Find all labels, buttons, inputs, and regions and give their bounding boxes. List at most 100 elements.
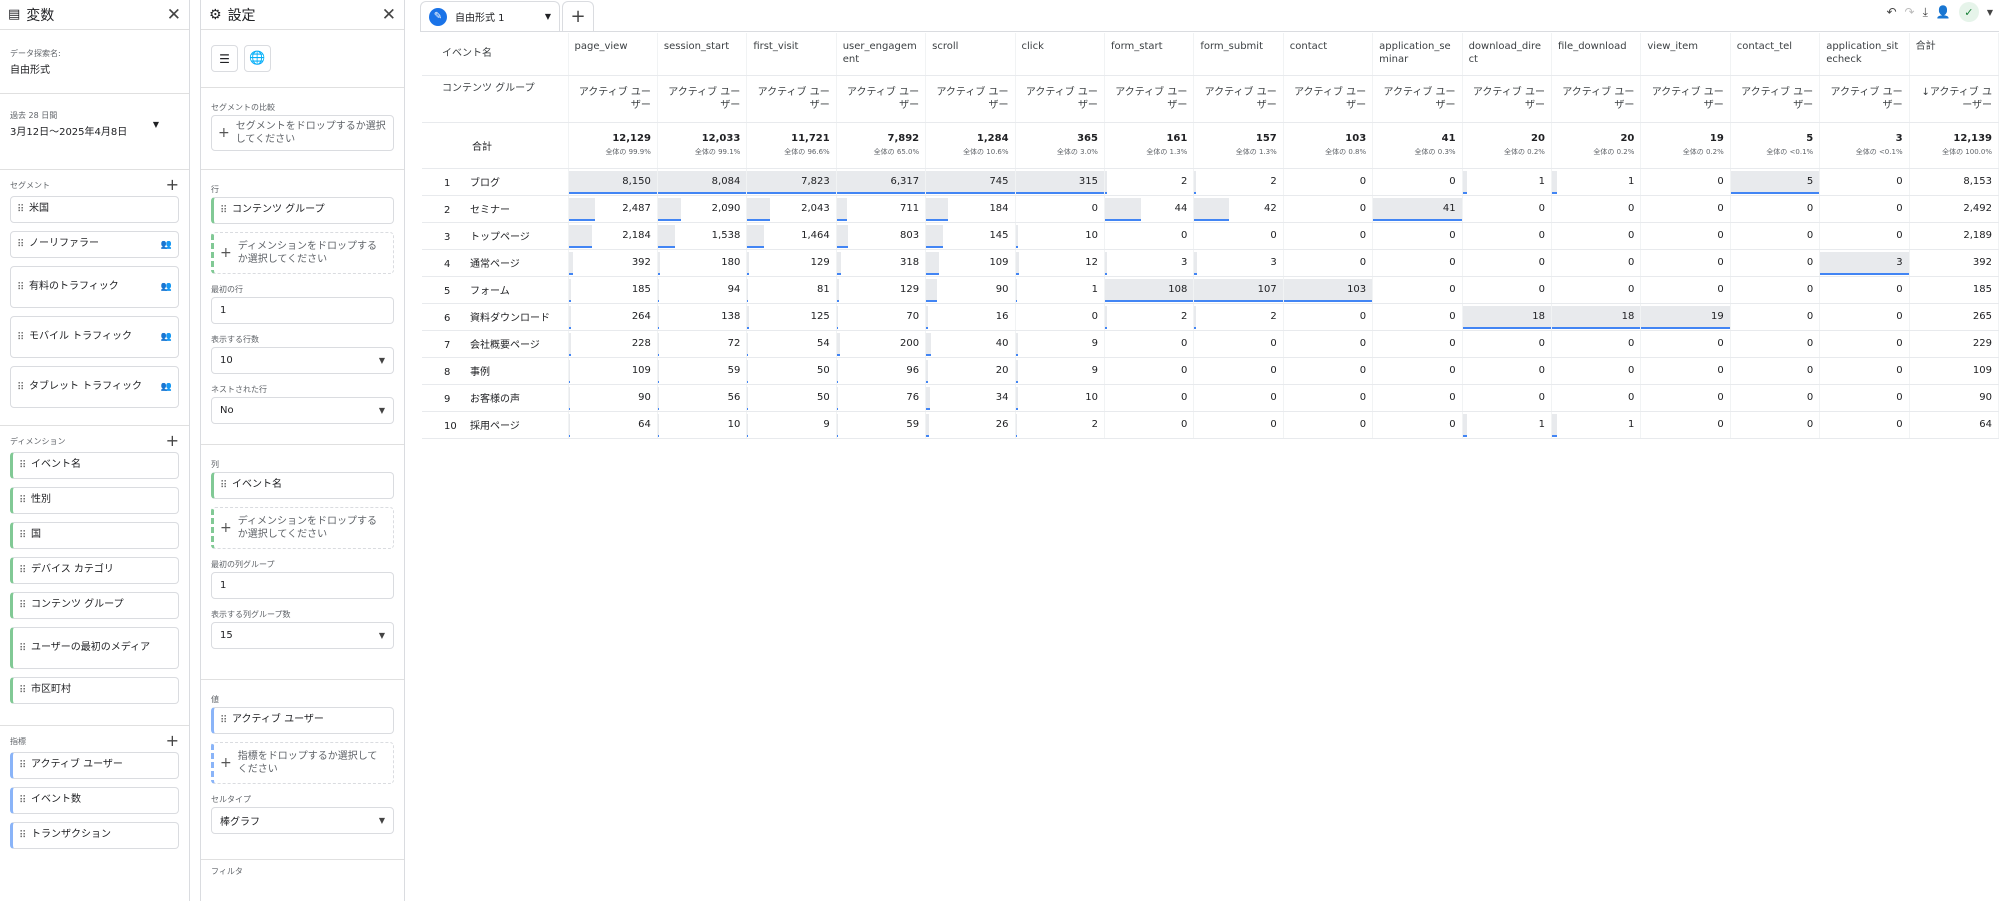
cell-type-select[interactable]: 棒グラフ ▼	[211, 807, 394, 834]
add-dimension-icon[interactable]: +	[166, 433, 179, 449]
add-segment-icon[interactable]: +	[166, 177, 179, 193]
table-row[interactable]: 9 お客様の声 90 56 50 76 34 10 0 0 0 0 0 0 0 0 0 90	[422, 384, 1999, 412]
column-dimension-drop-zone[interactable]: + ディメンションをドロップするか選択してください	[211, 507, 394, 549]
add-tab-button[interactable]: +	[562, 1, 594, 31]
show-col-groups-select[interactable]: 15 ▼	[211, 622, 394, 649]
drag-handle-icon[interactable]: ⠿	[220, 480, 232, 491]
metric-chip[interactable]: ⠿ イベント数	[10, 787, 179, 814]
table-row[interactable]: 7 会社概要ページ 228 72 54 200 40 9 0 0 0 0 0 0 0 0 0 229	[422, 330, 1999, 358]
drag-handle-icon[interactable]: ⠿	[19, 530, 31, 541]
event-column-header[interactable]: session_start	[657, 33, 748, 76]
globe-icon[interactable]: 🌐	[244, 45, 271, 72]
event-column-header[interactable]: first_visit	[746, 33, 837, 76]
drag-handle-icon[interactable]: ⠿	[17, 282, 29, 293]
event-column-header[interactable]: scroll	[925, 33, 1016, 76]
drag-handle-icon[interactable]: ⠿	[17, 239, 29, 250]
dimension-chip[interactable]: ⠿ 性別	[10, 487, 179, 514]
column-dimension-chip[interactable]: ⠿ イベント名	[211, 472, 394, 499]
table-row[interactable]: 3 トップページ 2,184 1,538 1,464 803 145 10 0 0 0 0 0 0 0 0 0 2…	[422, 222, 1999, 250]
explore-name-field[interactable]: 自由形式	[10, 61, 179, 76]
metric-chip[interactable]: ⠿ アクティブ ユーザー	[10, 752, 179, 779]
drag-handle-icon[interactable]: ⠿	[19, 460, 31, 471]
value-metric-chip[interactable]: ⠿ アクティブ ユーザー	[211, 707, 394, 734]
row-dimension-drop-zone[interactable]: + ディメンションをドロップするか選択してください	[211, 232, 394, 274]
dimension-chip[interactable]: ⠿ デバイス カテゴリ	[10, 557, 179, 584]
event-column-header[interactable]: download_direct	[1462, 33, 1552, 76]
nested-rows-select[interactable]: No ▼	[211, 397, 394, 424]
metric-header[interactable]: アクティブ ユーザー	[1730, 75, 1821, 123]
dimension-chip[interactable]: ⠿ ユーザーの最初のメディア	[10, 627, 179, 669]
check-status-icon[interactable]: ✓	[1958, 2, 1979, 22]
row-dimension-chip[interactable]: ⠿ コンテンツ グループ	[211, 197, 394, 224]
event-column-header[interactable]: contact	[1283, 33, 1374, 76]
event-column-header[interactable]: form_submit	[1193, 33, 1284, 76]
date-range-picker[interactable]: 過去 28 日間 3月12日～2025年4月8日 ▼	[0, 94, 189, 170]
metric-drop-zone[interactable]: + 指標をドロップするか選択してください	[211, 742, 394, 784]
event-column-header[interactable]: 合計	[1909, 33, 1999, 76]
segment-chip[interactable]: ⠿ 米国	[10, 196, 179, 223]
metric-header[interactable]: アクティブ ユーザー	[1283, 75, 1374, 123]
table-viz-icon[interactable]: ☰	[211, 45, 238, 72]
dimension-chip[interactable]: ⠿ コンテンツ グループ	[10, 592, 179, 619]
start-row-input[interactable]: 1	[211, 297, 394, 324]
drag-handle-icon[interactable]: ⠿	[19, 600, 31, 611]
close-icon[interactable]: ✕	[382, 5, 396, 25]
metric-header[interactable]: アクティブ ユーザー	[1015, 75, 1105, 123]
show-rows-select[interactable]: 10 ▼	[211, 347, 394, 374]
table-row[interactable]: 1 ブログ 8,150 8,084 7,823 6,317 745 315 2 2 0 0 1 1 0 5 0 8…	[422, 168, 1999, 196]
drag-handle-icon[interactable]: ⠿	[17, 332, 29, 343]
segment-chip[interactable]: ⠿ 有料のトラフィック 👥	[10, 266, 179, 308]
segment-chip[interactable]: ⠿ タブレット トラフィック 👥	[10, 366, 179, 408]
table-row[interactable]: 2 セミナー 2,487 2,090 2,043 711 184 0 44 42 0 41 0 0 0 0 0 2…	[422, 195, 1999, 223]
metric-header[interactable]: アクティブ ユーザー	[836, 75, 927, 123]
event-column-header[interactable]: contact_tel	[1730, 33, 1821, 76]
event-column-header[interactable]: user_engagement	[836, 33, 927, 76]
chevron-down-icon[interactable]: ▼	[153, 120, 159, 129]
metric-header[interactable]: アクティブ ユーザー	[568, 75, 658, 123]
drag-handle-icon[interactable]: ⠿	[19, 565, 31, 576]
table-row[interactable]: 4 通常ページ 392 180 129 318 109 12 3 3 0 0 0 0 0 0 3 392	[422, 249, 1999, 277]
metric-header[interactable]: アクティブ ユーザー	[925, 75, 1016, 123]
event-column-header[interactable]: application_seminar	[1372, 33, 1463, 76]
segment-chip[interactable]: ⠿ モバイル トラフィック 👥	[10, 316, 179, 358]
metric-header[interactable]: アクティブ ユーザー	[1819, 75, 1910, 123]
event-column-header[interactable]: page_view	[568, 33, 658, 76]
drag-handle-icon[interactable]: ⠿	[19, 830, 31, 841]
tab-freeform-1[interactable]: ✎ 自由形式 1 ▼	[420, 1, 560, 31]
metric-header[interactable]: アクティブ ユーザー	[1462, 75, 1552, 123]
chevron-down-icon[interactable]: ▼	[545, 12, 551, 21]
dimension-chip[interactable]: ⠿ 国	[10, 522, 179, 549]
metric-chip[interactable]: ⠿ トランザクション	[10, 822, 179, 849]
redo-icon[interactable]: ↷	[1905, 5, 1915, 19]
metric-header[interactable]: アクティブ ユーザー	[1104, 75, 1195, 123]
drag-handle-icon[interactable]: ⠿	[220, 715, 232, 726]
metric-header[interactable]: アクティブ ユーザー	[1372, 75, 1463, 123]
event-column-header[interactable]: file_download	[1551, 33, 1642, 76]
drag-handle-icon[interactable]: ⠿	[17, 204, 29, 215]
add-metric-icon[interactable]: +	[166, 733, 179, 749]
metric-header[interactable]: アクティブ ユーザー	[657, 75, 748, 123]
table-row[interactable]: 6 資料ダウンロード 264 138 125 70 16 0 2 2 0 0 18 18 19 0 0 265	[422, 303, 1999, 331]
metric-header[interactable]: アクティブ ユーザー	[1551, 75, 1642, 123]
event-column-header[interactable]: form_start	[1104, 33, 1195, 76]
event-column-header[interactable]: view_item	[1640, 33, 1731, 76]
start-col-group-input[interactable]: 1	[211, 572, 394, 599]
event-column-header[interactable]: application_sitecheck	[1819, 33, 1910, 76]
metric-header[interactable]: アクティブ ユーザー	[746, 75, 837, 123]
drag-handle-icon[interactable]: ⠿	[19, 795, 31, 806]
table-row[interactable]: 5 フォーム 185 94 81 129 90 1 108 107 103 0 0 0 0 0 0 185	[422, 276, 1999, 304]
segment-chip[interactable]: ⠿ ノーリファラー 👥	[10, 231, 179, 258]
share-user-icon[interactable]: 👤	[1936, 5, 1951, 19]
download-icon[interactable]: ⤓	[1923, 5, 1928, 20]
metric-header[interactable]: アクティブ ユーザー	[1193, 75, 1284, 123]
chevron-down-icon[interactable]: ▼	[1987, 8, 1993, 17]
segment-drop-zone[interactable]: + セグメントをドロップするか選択してください	[211, 115, 394, 151]
drag-handle-icon[interactable]: ⠿	[19, 643, 31, 654]
dimension-chip[interactable]: ⠿ 市区町村	[10, 677, 179, 704]
drag-handle-icon[interactable]: ⠿	[220, 205, 232, 216]
metric-header[interactable]: アクティブ ユーザー	[1640, 75, 1731, 123]
table-row[interactable]: 8 事例 109 59 50 96 20 9 0 0 0 0 0 0 0 0 0 109	[422, 357, 1999, 385]
close-icon[interactable]: ✕	[167, 5, 181, 25]
event-column-header[interactable]: click	[1015, 33, 1105, 76]
undo-icon[interactable]: ↶	[1886, 5, 1896, 19]
